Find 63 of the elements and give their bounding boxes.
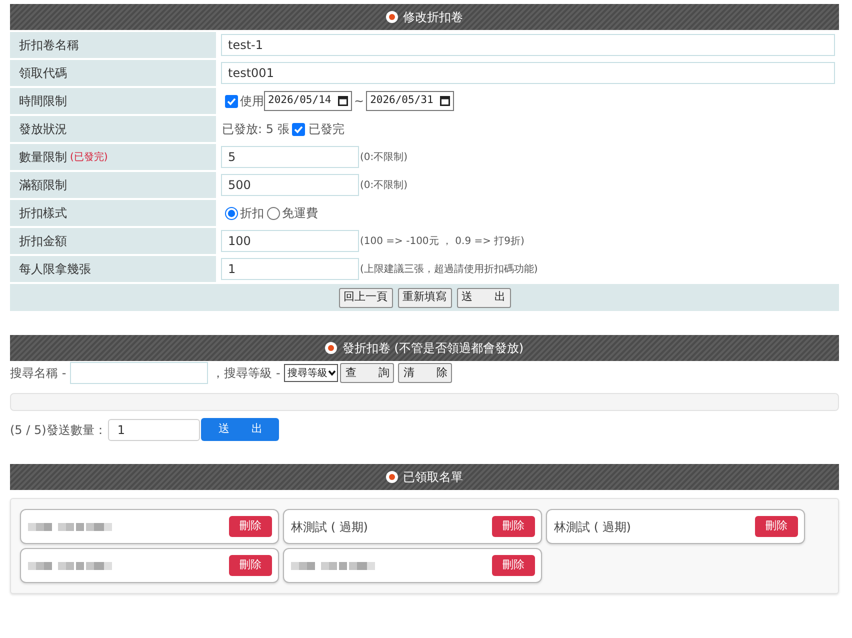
calendar-icon [338, 96, 348, 106]
form-button[interactable]: 回上一頁 [338, 288, 392, 308]
field-hint: (100 => -100元 ， 0.9 => 打9折) [360, 234, 524, 248]
field-hint: (上限建議三張，超過請使用折扣碼功能) [360, 262, 538, 276]
field-label: 折扣金額 [19, 233, 67, 250]
field-hint: (0:不限制) [360, 150, 408, 164]
sold-out-note: (已發完) [70, 150, 108, 164]
text-input[interactable]: 500 [221, 174, 359, 196]
date-field[interactable]: 2026/05/31 [366, 91, 454, 111]
member-name: 林測試 ( 過期) [554, 518, 631, 536]
field-label: 數量限制 [19, 149, 67, 166]
field-label: 時間限制 [19, 93, 67, 110]
text-input[interactable]: 5 [221, 146, 359, 168]
send-button[interactable]: 送 出 [201, 418, 280, 441]
bullet-icon [386, 471, 398, 483]
search-name-label: 搜尋名稱 - [10, 365, 66, 382]
field-label: 領取代碼 [19, 65, 67, 82]
form-button[interactable]: 重新填寫 [398, 288, 452, 308]
section-title: 修改折扣卷 [403, 9, 463, 26]
field-label: 每人限拿幾張 [19, 261, 91, 278]
delete-button[interactable]: 刪除 [755, 516, 798, 537]
form-button[interactable]: 送 出 [456, 288, 510, 308]
status-text: 已發放: 5 張 [222, 121, 290, 138]
field-hint: (0:不限制) [360, 178, 408, 192]
section-title: 發折扣卷 (不管是否領過都會發放) [342, 340, 524, 357]
form-button[interactable]: 清 除 [398, 363, 452, 383]
search-name-input[interactable] [70, 362, 208, 384]
radio-button[interactable] [267, 206, 280, 220]
field-label: 折扣卷名稱 [19, 37, 79, 54]
send-quantity-label: (5 / 5)發送數量： [10, 422, 106, 438]
date-value: 2026/05/31 [370, 93, 434, 108]
field-label: 折扣樣式 [19, 205, 67, 222]
chevron-down-icon [328, 370, 336, 376]
delete-button[interactable]: 刪除 [492, 516, 535, 537]
text-input[interactable]: 100 [221, 230, 359, 252]
field-label: 滿額限制 [19, 177, 67, 194]
bullet-icon [386, 11, 398, 23]
section-title: 已領取名單 [403, 469, 463, 486]
text-input[interactable]: test001 [221, 62, 835, 84]
checkbox-label: 已發完 [308, 121, 344, 138]
checkbox[interactable] [292, 122, 306, 136]
field-label: 發放狀況 [19, 121, 67, 138]
member-name: 林測試 ( 過期) [291, 518, 368, 536]
form-button[interactable]: 查 詢 [340, 363, 394, 383]
delete-button[interactable]: 刪除 [229, 516, 272, 537]
select-value: 搜尋等級 [287, 366, 328, 380]
search-level-label: ，搜尋等級 - [212, 365, 280, 382]
checkbox[interactable] [225, 94, 238, 108]
quantity-input[interactable]: 1 [108, 418, 200, 440]
date-field[interactable]: 2026/05/14 [264, 91, 352, 111]
level-select[interactable]: 搜尋等級 [284, 364, 338, 382]
delete-button[interactable]: 刪除 [492, 555, 535, 576]
bullet-icon [325, 342, 338, 354]
text-input[interactable]: test-1 [221, 34, 835, 56]
calendar-icon [440, 96, 450, 106]
delete-button[interactable]: 刪除 [229, 555, 272, 576]
radio-label: 免運費 [282, 205, 318, 222]
checkbox-label: 使用 [240, 93, 264, 110]
radio-button[interactable] [225, 206, 238, 220]
text-input[interactable]: 1 [221, 258, 359, 280]
date-value: 2026/05/14 [268, 93, 332, 108]
range-separator: ~ [354, 93, 364, 110]
radio-label: 折扣 [240, 205, 264, 222]
